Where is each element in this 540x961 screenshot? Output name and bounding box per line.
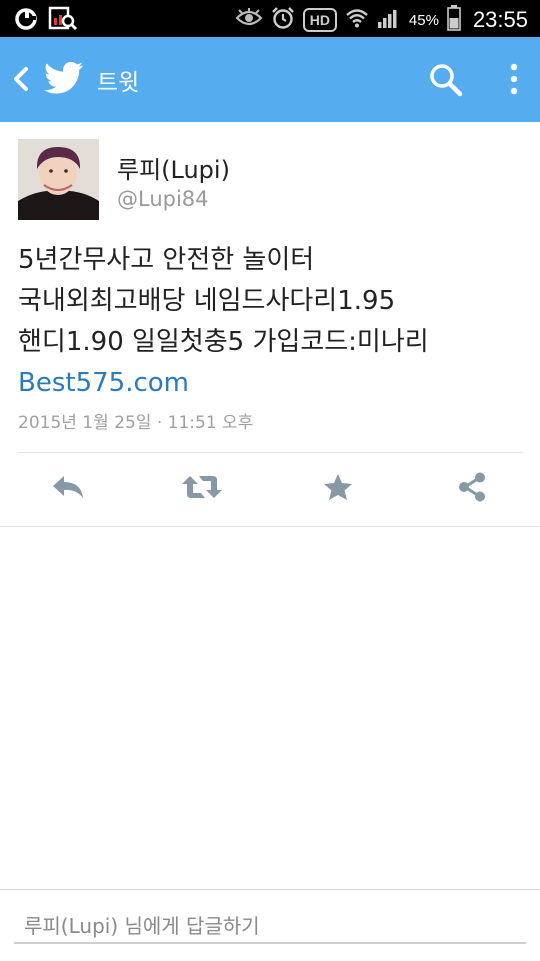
wifi-icon [345,6,369,34]
divider [18,452,523,453]
share-icon [457,472,487,506]
tweet-link[interactable]: Best575.com [18,363,528,404]
tweet-timestamp: 2015년 1월 25일 · 11:51 오후 [18,413,254,433]
avatar[interactable] [18,139,99,220]
reply-icon [51,474,85,504]
hd-voice-icon: HD [302,8,337,32]
tweet-line: 핸디1.90 일일첫충5 가입코드:미나리 [18,327,429,357]
alarm-icon [271,6,295,34]
share-button[interactable] [442,466,502,512]
more-options-icon[interactable] [502,62,526,98]
search-icon[interactable] [428,62,464,98]
battery-icon [447,5,461,35]
tweet-line: 국내외최고배당 네임드사다리1.95 [18,286,396,316]
status-bar: HD 45% 23:55 [0,0,540,37]
clock: 23:55 [472,7,528,32]
divider [0,526,540,527]
star-icon [323,473,353,505]
page-title: 트윗 [97,70,140,96]
app-notification-icon [14,7,38,35]
app-bar: 트윗 [0,37,540,122]
reply-button[interactable] [38,466,98,512]
tweet-actions [0,466,540,516]
back-arrow-icon[interactable] [9,65,35,93]
retweet-button[interactable] [172,466,232,512]
battery-percent: 45% [408,11,439,29]
author-name[interactable]: 루피(Lupi) [117,150,230,185]
search-notification-icon [48,6,78,36]
reply-input[interactable] [14,910,526,944]
tweet-text: 5년간무사고 안전한 놀이터 국내외최고배당 네임드사다리1.95 핸디1.90… [18,240,528,404]
tweet-line: 5년간무사고 안전한 놀이터 [18,245,315,275]
retweet-icon [181,474,223,504]
twitter-bird-icon [44,61,84,95]
signal-icon [377,7,401,33]
eye-icon [235,8,263,32]
favorite-button[interactable] [308,466,368,512]
author-handle[interactable]: @Lupi84 [117,187,209,211]
